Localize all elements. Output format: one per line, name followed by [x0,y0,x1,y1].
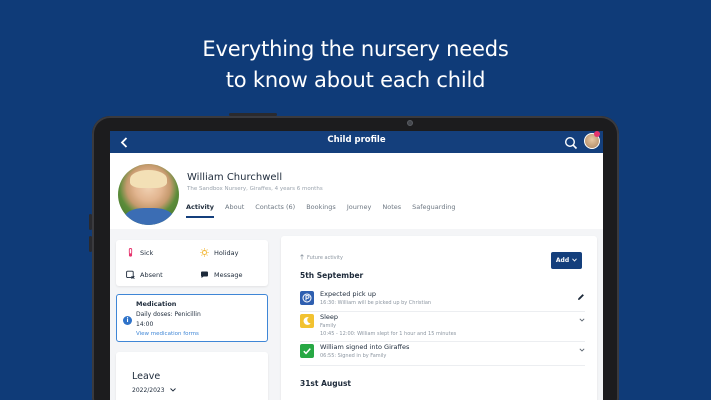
page-title: Child profile [327,135,386,145]
leave-year-select[interactable]: 2022/2023 [132,387,177,394]
list-item[interactable]: William signed into Giraffes 06:55: Sign… [300,343,585,366]
medication-doses: Daily doses: Penicillin [136,311,201,318]
future-activity-toggle[interactable]: Future activity [300,254,343,262]
list-item[interactable]: Sleep Family 10:45 - 12:00: William slep… [300,313,585,342]
sick-label: Sick [140,248,154,257]
profile-header: William Churchwell The Sandbox Nursery, … [110,153,603,229]
holiday-label: Holiday [214,248,239,257]
entry-detail: 16:30: William will be picked up by Chri… [320,300,432,306]
medication-time: 14:00 [136,321,154,328]
quick-actions-card: Sick Holiday Absent Message [116,240,268,286]
entry-detail: 06:55: Signed in by Family [320,353,387,359]
headline-line-1: Everything the nursery needs [202,37,509,61]
holiday-button[interactable]: Holiday [200,248,238,257]
headline: Everything the nursery needs to know abo… [0,34,711,96]
tab-journey[interactable]: Journey [347,203,372,218]
chevron-down-icon[interactable] [579,346,585,354]
app-bar: Child profile [110,131,603,153]
list-item[interactable]: Expected pick up 16:30: William will be … [300,290,585,312]
entry-title: Sleep [320,313,339,321]
app-screen: Child profile William Churchwell The San… [110,131,603,400]
camera-icon [407,120,413,126]
moon-icon [300,314,314,328]
absent-label: Absent [140,270,163,279]
headline-line-2: to know about each child [225,68,486,92]
add-label: Add [555,257,570,264]
tab-contacts[interactable]: Contacts (6) [255,203,295,218]
absent-icon [126,270,135,279]
medication-card[interactable]: i Medication Daily doses: Penicillin 14:… [116,294,268,342]
notification-badge [594,131,600,137]
date-heading: 5th September [300,271,364,280]
child-meta: The Sandbox Nursery, Giraffes, 4 years 6… [187,186,323,192]
sick-button[interactable]: Sick [126,248,153,257]
arrow-up-icon [300,254,304,262]
future-activity-label: Future activity [307,255,343,261]
leave-card: Leave 2022/2023 [116,352,268,400]
medication-title: Medication [136,300,177,308]
tab-about[interactable]: About [225,203,244,218]
message-label: Message [214,270,243,279]
entry-title: Expected pick up [320,290,376,298]
entry-detail: 10:45 - 12:00: William slept for 1 hour … [320,331,457,337]
message-icon [200,270,209,279]
chevron-down-icon[interactable] [579,316,585,324]
leave-year-value: 2022/2023 [132,387,165,394]
info-icon: i [123,316,132,325]
child-name: William Churchwell [187,172,283,183]
tab-activity[interactable]: Activity [186,203,215,218]
chevron-down-icon [572,257,577,264]
tab-notes[interactable]: Notes [382,203,401,218]
activity-feed: Future activity Add 5th September Expect… [281,236,597,400]
pencil-icon[interactable] [577,293,585,303]
absent-button[interactable]: Absent [126,270,163,279]
profile-tabs: Activity About Contacts (6) Bookings Jou… [186,203,467,218]
check-icon [300,344,314,358]
leave-title: Leave [132,371,161,382]
entry-title: William signed into Giraffes [320,343,410,351]
thermometer-icon [126,248,135,257]
view-medication-forms-link[interactable]: View medication forms [136,331,199,337]
sun-icon [200,248,209,257]
pickup-icon [300,291,314,305]
tab-bookings[interactable]: Bookings [306,203,336,218]
chevron-down-icon [170,387,177,394]
tab-safeguarding[interactable]: Safeguarding [412,203,455,218]
add-button[interactable]: Add [551,252,582,269]
child-avatar [118,164,179,225]
search-icon[interactable] [564,135,578,150]
message-button[interactable]: Message [200,270,243,279]
date-heading: 31st August [300,379,351,388]
entry-detail: Family [320,323,337,329]
